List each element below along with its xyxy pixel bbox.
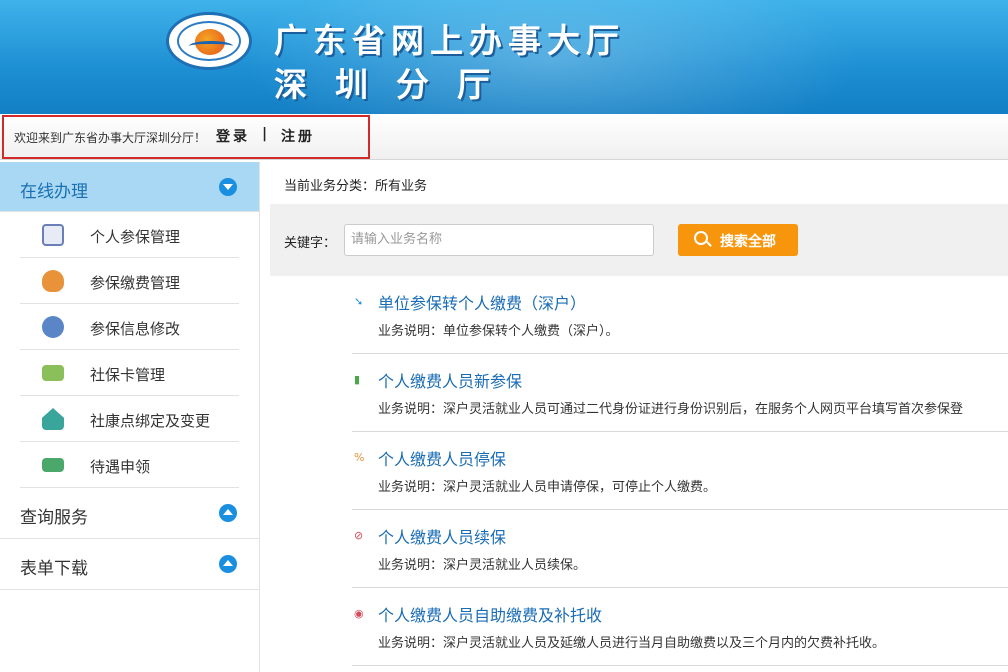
chevron-up-icon[interactable] [219, 504, 237, 522]
service-title[interactable]: 个人缴费人员新参保 [378, 368, 522, 392]
site-title: 广东省网上办事大厅 [274, 21, 625, 60]
sidebar-item-label: 社保卡管理 [90, 366, 166, 384]
search-button-label: 搜索全部 [720, 234, 776, 250]
sidebar-item-label: 社康点绑定及变更 [90, 412, 211, 430]
main-panel: 当前业务分类：所有业务 关键字： 请输入业务名称 搜索全部 ➘ 单位参保转个人缴… [270, 162, 1008, 672]
user-edit-icon [42, 316, 64, 338]
sidebar-item-info-edit[interactable]: 参保信息修改 [20, 304, 239, 350]
sidebar-section-label: 表单下载 [20, 559, 88, 579]
service-desc: 业务说明：单位参保转个人缴费（深户）。 [378, 324, 619, 339]
service-item[interactable]: ⊘ 个人缴费人员续保 业务说明：深户灵活就业人员续保。 [352, 510, 1008, 588]
sidebar-item-label: 参保缴费管理 [90, 274, 181, 292]
house-icon [42, 408, 64, 430]
service-item[interactable]: ◉ 个人缴费人员自助缴费及补托收 业务说明：深户灵活就业人员及延缴人员进行当月自… [352, 588, 1008, 666]
sidebar-item-label: 参保信息修改 [90, 320, 181, 338]
service-desc: 业务说明：深户灵活就业人员申请停保，可停止个人缴费。 [378, 480, 717, 495]
service-title[interactable]: 个人缴费人员续保 [378, 524, 506, 548]
sidebar: 在线办理 个人参保管理 参保缴费管理 参保信息修改 社保卡管理 社康点绑定及变更… [0, 162, 260, 672]
search-bar: 关键字： 请输入业务名称 搜索全部 [270, 204, 1008, 276]
service-desc: 业务说明：深户灵活就业人员可通过二代身份证进行身份识别后，在服务个人网页平台填写… [378, 402, 964, 417]
site-subtitle: 深圳分厅 [274, 65, 518, 104]
sidebar-item-payment[interactable]: 参保缴费管理 [20, 258, 239, 304]
service-item[interactable]: ▮ 个人缴费人员新参保 业务说明：深户灵活就业人员可通过二代身份证进行身份识别后… [352, 354, 1008, 432]
sidebar-item-card[interactable]: 社保卡管理 [20, 350, 239, 396]
coin-icon: ◉ [354, 607, 364, 620]
sidebar-section-query[interactable]: 查询服务 [0, 488, 259, 539]
category-label: 当前业务分类：所有业务 [284, 179, 428, 194]
site-logo[interactable] [166, 12, 252, 70]
sidebar-item-label: 个人参保管理 [90, 228, 181, 246]
sidebar-section-online[interactable]: 在线办理 [0, 162, 259, 212]
chevron-down-icon[interactable] [219, 178, 237, 196]
keyword-input[interactable]: 请输入业务名称 [344, 224, 654, 256]
sidebar-item-benefits[interactable]: 待遇申领 [20, 442, 239, 488]
money-bag-icon [42, 270, 64, 292]
chevron-up-icon[interactable] [219, 555, 237, 573]
bars-icon: ▮ [354, 373, 361, 386]
logo-swoosh [189, 41, 233, 51]
card-icon [42, 365, 64, 381]
arrow-icon: ➘ [354, 295, 364, 308]
welcome-text: 欢迎来到广东省办事大厅深圳分厅！ [14, 131, 207, 145]
site-header: 广东省网上办事大厅 深圳分厅 [0, 0, 1008, 114]
service-item[interactable]: % 个人缴费人员停保 业务说明：深户灵活就业人员申请停保，可停止个人缴费。 [352, 432, 1008, 510]
search-all-button[interactable]: 搜索全部 [678, 224, 798, 256]
link-icon: ⊘ [354, 529, 364, 542]
person-badge-icon [42, 224, 64, 246]
sidebar-section-label: 在线办理 [20, 182, 88, 202]
top-bar: 欢迎来到广东省办事大厅深圳分厅！ 登录 | 注册 [0, 114, 1008, 160]
sidebar-item-personal-insurance[interactable]: 个人参保管理 [20, 212, 239, 258]
service-title[interactable]: 个人缴费人员停保 [378, 446, 506, 470]
cash-icon [42, 458, 64, 472]
login-link[interactable]: 登录 [216, 126, 250, 146]
keyword-label: 关键字： [284, 236, 337, 251]
service-title[interactable]: 单位参保转个人缴费（深户） [378, 290, 586, 314]
sidebar-section-label: 查询服务 [20, 508, 88, 528]
service-desc: 业务说明：深户灵活就业人员续保。 [378, 558, 587, 573]
service-desc: 业务说明：深户灵活就业人员及延缴人员进行当月自助缴费以及三个月内的欠费补托收。 [378, 636, 886, 651]
percent-icon: % [354, 451, 365, 464]
sidebar-section-forms[interactable]: 表单下载 [0, 539, 259, 590]
register-link[interactable]: 注册 [281, 126, 315, 146]
service-item[interactable]: ➘ 单位参保转个人缴费（深户） 业务说明：单位参保转个人缴费（深户）。 [352, 276, 1008, 354]
service-title[interactable]: 个人缴费人员自助缴费及补托收 [378, 602, 602, 626]
sidebar-item-label: 待遇申领 [90, 458, 151, 476]
link-separator: | [262, 126, 268, 142]
sidebar-item-clinic[interactable]: 社康点绑定及变更 [20, 396, 239, 442]
